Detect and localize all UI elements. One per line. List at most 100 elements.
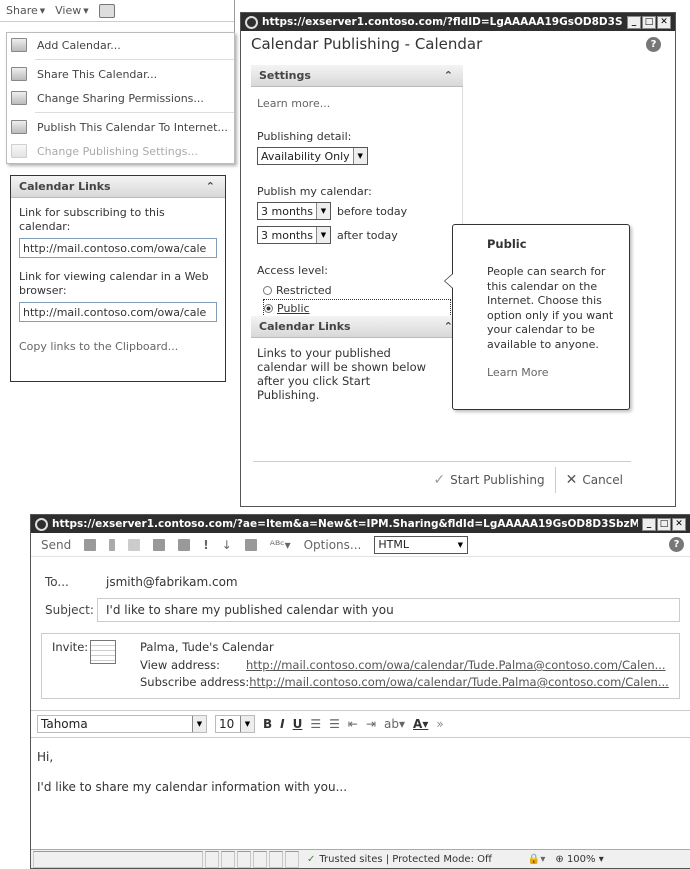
options-button[interactable]: Options... [304, 538, 362, 552]
to-field[interactable]: jsmith@fabrikam.com [97, 570, 680, 594]
after-range-select[interactable]: 3 months ▼ [257, 226, 331, 244]
subject-label: Subject: [45, 603, 94, 617]
view-link-field[interactable]: http://mail.contoso.com/owa/cale [19, 302, 217, 322]
publishing-detail-select[interactable]: Availability Only ▼ [257, 147, 368, 165]
links-header: Calendar Links ⌃ [251, 316, 463, 338]
spelling-icon[interactable]: ᴬᴮᶜ▾ [270, 538, 291, 552]
radio-public[interactable]: Public [263, 299, 451, 317]
window-url: https://exserver1.contoso.com/?fldID=LgA… [262, 16, 623, 28]
numbered-list-icon[interactable]: ☰ [329, 717, 340, 731]
settings-header: Settings ⌃ [251, 65, 463, 87]
menu-item-change-sharing-permissions[interactable]: Change Sharing Permissions... [7, 86, 234, 110]
increase-indent-icon[interactable]: ⇥ [366, 717, 376, 731]
chevron-down-icon: ▼ [192, 716, 206, 732]
more-options-icon[interactable]: » [436, 717, 443, 731]
font-select[interactable]: Tahoma ▼ [37, 715, 207, 733]
help-icon[interactable]: ? [669, 537, 684, 552]
highlight-icon[interactable]: ab▾ [384, 717, 405, 731]
view-dropdown[interactable]: View ▼ [55, 4, 89, 17]
learn-more-link[interactable]: Learn more... [257, 97, 462, 110]
callout-title: Public [487, 237, 527, 251]
publish-icon [11, 120, 27, 134]
chevron-down-icon: ▼ [315, 203, 330, 219]
to-button[interactable]: To... [41, 575, 97, 589]
chevron-down-icon: ▼ [83, 6, 89, 15]
ie-logo-icon [35, 517, 48, 531]
copy-links-link[interactable]: Copy links to the Clipboard... [19, 340, 217, 353]
publish-calendar-label: Publish my calendar: [257, 185, 372, 198]
button-divider [554, 466, 556, 493]
address-book-icon[interactable] [153, 538, 166, 551]
chevron-down-icon: ▼ [352, 148, 367, 164]
subject-field[interactable]: I'd like to share my published calendar … [97, 598, 680, 622]
italic-icon[interactable]: I [280, 717, 284, 731]
zoom-level[interactable]: ⊕ 100% ▾ [555, 854, 603, 865]
chevron-down-icon: ▼ [240, 716, 254, 732]
menu-item-label: Publish This Calendar To Internet... [37, 120, 228, 134]
print-icon[interactable] [98, 3, 115, 18]
bullet-list-icon[interactable]: ☰ [310, 717, 321, 731]
view-address-link[interactable]: http://mail.contoso.com/owa/calendar/Tud… [246, 658, 666, 672]
decrease-indent-icon[interactable]: ⇤ [348, 717, 358, 731]
zone-icon[interactable]: 🔒▾ [528, 854, 545, 865]
underline-icon[interactable]: U [293, 717, 303, 731]
help-icon[interactable]: ? [646, 36, 661, 52]
panel-header: Calendar Links ⌃ [11, 176, 225, 198]
security-zone-text: Trusted sites | Protected Mode: Off [319, 853, 492, 865]
title-bar: https://exserver1.contoso.com/?ae=Item&a… [31, 515, 690, 533]
public-tooltip-callout: Public People can search for this calend… [444, 224, 630, 410]
save-icon[interactable] [84, 538, 97, 551]
check-names-icon[interactable] [178, 538, 191, 551]
invite-label: Invite: [52, 640, 89, 654]
menu-item-share-calendar[interactable]: Share This Calendar... [7, 62, 234, 86]
send-button[interactable]: Send [41, 538, 71, 552]
insert-image-icon[interactable] [128, 538, 141, 551]
collapse-icon[interactable]: ⌃ [206, 180, 215, 193]
close-button[interactable]: ✕ [672, 517, 686, 531]
permissions-icon [11, 91, 27, 105]
to-row: To... jsmith@fabrikam.com [41, 570, 680, 594]
select-value: HTML [378, 538, 409, 551]
cancel-button[interactable]: ✕ Cancel [566, 472, 623, 488]
share-dropdown[interactable]: Share ▼ [6, 4, 45, 17]
zoom-value: 100% [566, 853, 596, 865]
menu-item-publish-calendar[interactable]: Publish This Calendar To Internet... [7, 115, 234, 139]
format-select[interactable]: HTML ▼ [374, 535, 469, 554]
maximize-button[interactable]: □ [657, 517, 671, 531]
select-value: 10 [219, 717, 235, 731]
radio-restricted[interactable]: Restricted [263, 281, 462, 299]
minimize-button[interactable]: _ [642, 517, 656, 531]
bold-icon[interactable]: B [263, 717, 272, 731]
collapse-icon[interactable]: ⌃ [444, 69, 453, 82]
minimize-button[interactable]: _ [627, 15, 641, 29]
view-label: View [55, 4, 82, 17]
size-select[interactable]: 10 ▼ [215, 715, 255, 733]
select-value: 3 months [261, 204, 313, 218]
subscribe-link-label: Link for subscribing to this calendar: [19, 206, 165, 233]
start-publishing-button[interactable]: ✓ Start Publishing [433, 472, 544, 488]
subscribe-address-link[interactable]: http://mail.contoso.com/owa/calendar/Tud… [249, 675, 669, 689]
close-button[interactable]: ✕ [657, 15, 671, 29]
font-color-icon[interactable]: A▾ [413, 717, 428, 731]
status-cell [253, 850, 267, 868]
status-cell [269, 850, 283, 868]
subscribe-link-field[interactable]: http://mail.contoso.com/owa/cale [19, 238, 217, 258]
maximize-button[interactable]: □ [642, 15, 656, 29]
select-value: 3 months [261, 228, 313, 242]
attach-file-icon[interactable] [244, 538, 257, 551]
attach-icon[interactable] [109, 538, 116, 551]
menu-item-add-calendar[interactable]: Add Calendar... [7, 33, 234, 57]
settings-title: Settings [259, 69, 311, 82]
callout-learn-more-link[interactable]: Learn More [487, 366, 629, 379]
callout-body: People can search for this calendar on t… [487, 265, 614, 351]
status-bar: ✓ Trusted sites | Protected Mode: Off 🔒▾… [31, 849, 690, 868]
add-calendar-icon [11, 38, 27, 52]
importance-low-icon[interactable]: ↓ [222, 538, 232, 552]
menu-toolbar: Share ▼ View ▼ [0, 0, 234, 22]
publishing-detail-label: Publishing detail: [257, 130, 352, 143]
before-range-select[interactable]: 3 months ▼ [257, 202, 331, 220]
checkmark-icon: ✓ [433, 471, 446, 488]
message-body[interactable]: Hi, I'd like to share my calendar inform… [37, 750, 677, 840]
menu-item-label: Add Calendar... [37, 38, 121, 52]
importance-high-icon[interactable]: ! [203, 538, 208, 552]
